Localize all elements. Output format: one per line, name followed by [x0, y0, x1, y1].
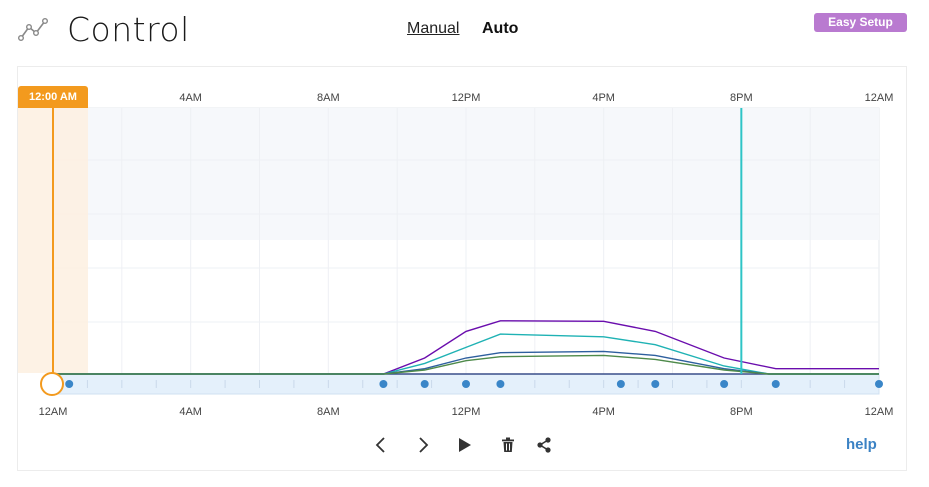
x-tick-label-top: 8AM: [317, 92, 340, 104]
current-time-handle: [40, 372, 64, 396]
trash-icon: [502, 437, 514, 452]
delete-button[interactable]: [497, 434, 519, 456]
x-tick-label-bottom: 8AM: [317, 406, 340, 418]
schedule-chart[interactable]: 4AM 8AM 12PM 4PM 8PM 12AM 12AM 4AM 8AM 12PM 4PM 8PM…: [0, 0, 929, 487]
next-button[interactable]: [412, 434, 434, 456]
schedule-point: [65, 380, 74, 388]
play-button[interactable]: [454, 434, 476, 456]
x-tick-label-top: 8PM: [730, 92, 753, 104]
x-tick-label-bottom: 8PM: [730, 406, 753, 418]
share-button[interactable]: [533, 434, 555, 456]
x-tick-label-top: 12AM: [865, 92, 894, 104]
schedule-point: [720, 380, 729, 388]
schedule-point: [616, 380, 625, 388]
x-tick-label-bottom: 12AM: [39, 406, 68, 418]
x-tick-label-bottom: 12AM: [865, 406, 894, 418]
x-tick-label-top: 4PM: [592, 92, 615, 104]
x-tick-label-bottom: 12PM: [452, 406, 481, 418]
schedule-point: [379, 380, 388, 388]
schedule-point: [651, 380, 660, 388]
chevron-left-icon: [375, 437, 385, 453]
prev-button[interactable]: [370, 434, 392, 456]
schedule-point: [420, 380, 429, 388]
play-icon: [459, 438, 471, 452]
schedule-point: [875, 380, 883, 388]
schedule-point: [462, 380, 470, 388]
help-link[interactable]: help: [846, 436, 877, 453]
chevron-right-icon: [419, 437, 429, 453]
x-tick-label-bottom: 4PM: [592, 406, 615, 418]
schedule-point: [496, 380, 505, 388]
schedule-point: [771, 380, 780, 388]
current-time-badge[interactable]: 12:00 AM: [18, 86, 88, 108]
share-icon: [537, 437, 551, 453]
x-tick-label-bottom: 4AM: [179, 406, 202, 418]
x-tick-label-top: 4AM: [179, 92, 202, 104]
x-tick-label-top: 12PM: [452, 92, 481, 104]
